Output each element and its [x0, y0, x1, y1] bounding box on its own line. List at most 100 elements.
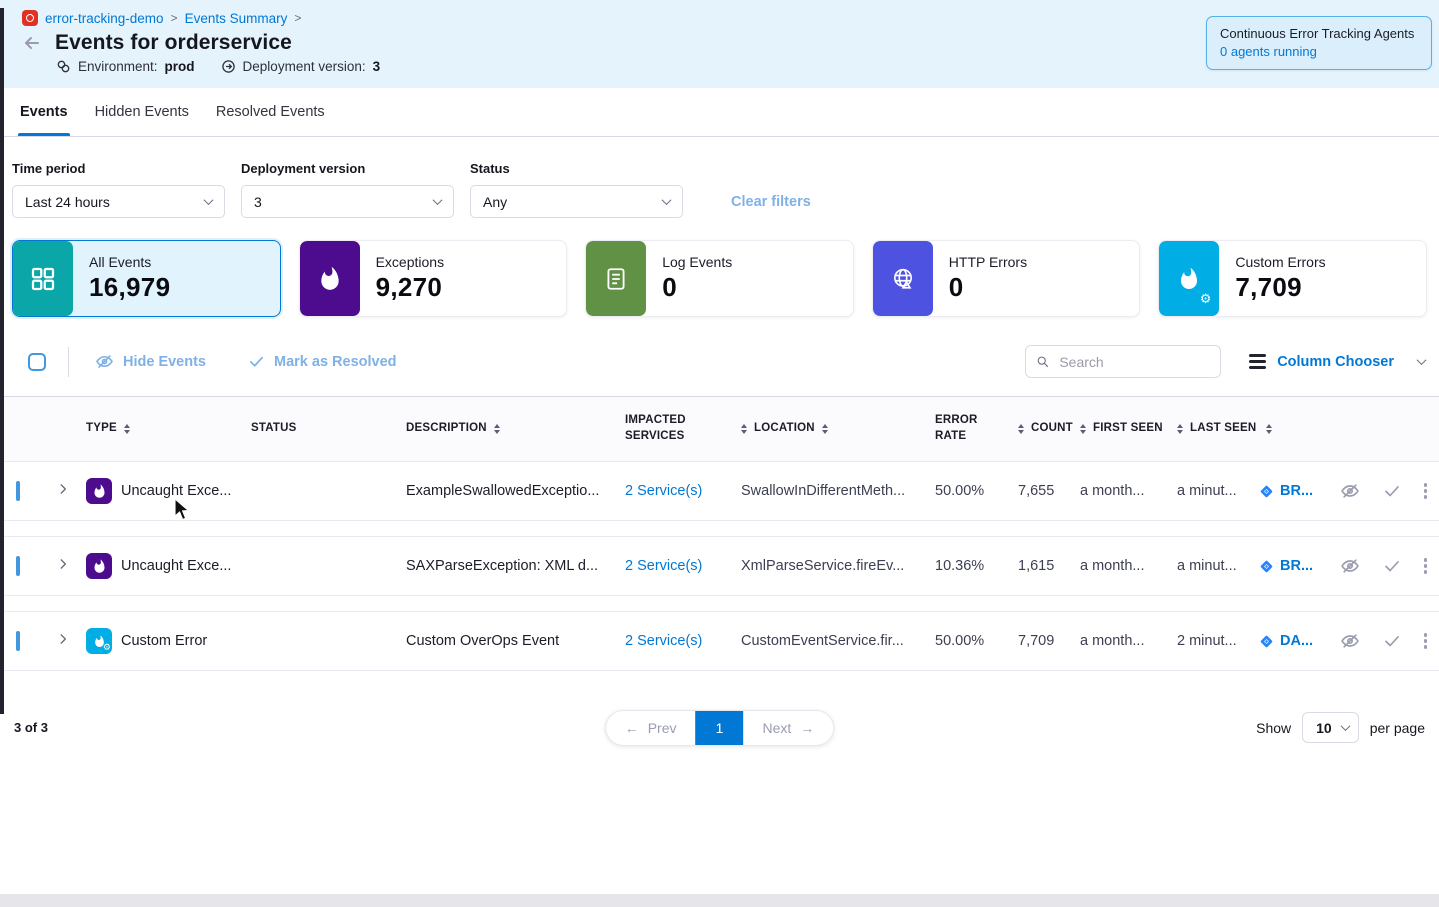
expand-chevron-icon[interactable] [56, 482, 70, 496]
column-header-location[interactable]: LOCATION [741, 421, 935, 437]
page-title: Events for orderservice [55, 31, 292, 55]
event-last-seen: 2 minut... [1177, 633, 1259, 649]
impacted-services-link[interactable]: 2 Service(s) [625, 633, 702, 649]
sort-icon[interactable] [741, 424, 747, 435]
back-arrow-icon[interactable] [22, 33, 42, 53]
globe-icon [889, 265, 917, 293]
sort-icon[interactable] [124, 424, 130, 435]
event-error-rate: 10.36% [935, 558, 1018, 574]
ticket-link[interactable]: BR... [1259, 558, 1330, 574]
table-row[interactable]: Uncaught Exce... SAXParseException: XML … [0, 536, 1439, 596]
stat-card-label: HTTP Errors [949, 254, 1027, 270]
row-menu-icon[interactable] [1424, 483, 1427, 498]
status-select[interactable]: Any [470, 185, 683, 218]
stat-card-value: 16,979 [89, 272, 170, 303]
stat-card-label: Exceptions [376, 254, 444, 270]
resolve-event-icon[interactable] [1383, 632, 1401, 650]
hide-events-label: Hide Events [123, 354, 206, 370]
breadcrumb-section-link[interactable]: Events Summary [185, 11, 288, 26]
stat-card[interactable]: HTTP Errors 0 [872, 240, 1141, 317]
sort-icon[interactable] [822, 424, 828, 435]
event-first-seen: a month... [1080, 633, 1177, 649]
chevron-down-icon [204, 195, 214, 205]
impacted-services-link[interactable]: 2 Service(s) [625, 483, 702, 499]
search-input[interactable] [1057, 353, 1210, 371]
column-header-count[interactable]: COUNT [1018, 421, 1080, 437]
hide-event-icon[interactable] [1340, 556, 1360, 576]
column-chooser-label: Column Chooser [1277, 354, 1394, 370]
time-period-select[interactable]: Last 24 hours [12, 185, 225, 218]
ticket-label: DA... [1280, 633, 1313, 649]
status-filter-value: Any [483, 194, 507, 210]
hide-events-button[interactable]: Hide Events [95, 352, 206, 371]
sort-icon[interactable] [1080, 424, 1086, 435]
column-header-first-seen[interactable]: FIRST SEEN [1080, 421, 1177, 437]
resolve-event-icon[interactable] [1383, 557, 1401, 575]
table-row[interactable]: Uncaught Exce... ExampleSwallowedExcepti… [0, 461, 1439, 521]
sort-icon[interactable] [1018, 424, 1024, 435]
tab[interactable]: Hidden Events [93, 88, 191, 136]
eye-off-icon [95, 352, 114, 371]
filters-bar: Time period Last 24 hours Deployment ver… [0, 137, 1439, 226]
expand-chevron-icon[interactable] [56, 557, 70, 571]
ticket-label: BR... [1280, 558, 1313, 574]
stat-card[interactable]: All Events 16,979 [12, 240, 281, 317]
breadcrumb-separator: > [171, 11, 178, 25]
row-menu-icon[interactable] [1424, 558, 1427, 573]
stat-card[interactable]: ⚙ Custom Errors 7,709 [1158, 240, 1427, 317]
ticket-link[interactable]: BR... [1259, 483, 1330, 499]
sort-icon[interactable] [494, 424, 500, 435]
stat-card[interactable]: Log Events 0 [585, 240, 854, 317]
expand-chevron-icon[interactable] [56, 632, 70, 646]
gear-icon: ⚙ [103, 644, 111, 653]
column-header-description[interactable]: DESCRIPTION [406, 421, 625, 437]
tab-label: Hidden Events [95, 104, 189, 120]
stat-card-value: 7,709 [1235, 272, 1325, 303]
resolve-event-icon[interactable] [1383, 482, 1401, 500]
prev-page-button[interactable]: ← Prev [606, 711, 696, 745]
clear-filters-link[interactable]: Clear filters [731, 194, 811, 210]
collapsed-nav-edge [0, 8, 4, 714]
hide-event-icon[interactable] [1340, 631, 1360, 651]
sort-icon[interactable] [1177, 424, 1183, 435]
flame-icon [317, 266, 343, 292]
stat-card[interactable]: Exceptions 9,270 [299, 240, 568, 317]
row-checkbox[interactable] [16, 631, 20, 651]
column-header-error-rate: ERROR RATE [935, 413, 1018, 444]
column-chooser-button[interactable]: Column Chooser [1249, 354, 1425, 370]
page-size-select[interactable]: 10 [1302, 712, 1359, 743]
log-document-icon [603, 266, 629, 292]
hide-event-icon[interactable] [1340, 481, 1360, 501]
tab[interactable]: Events [18, 88, 70, 136]
column-header-type[interactable]: TYPE [86, 421, 251, 437]
mark-resolved-button[interactable]: Mark as Resolved [248, 353, 397, 370]
stat-card-value: 0 [662, 272, 732, 303]
deployment-version-value: 3 [373, 59, 381, 74]
next-page-button[interactable]: Next → [744, 711, 834, 745]
environment-meta: Environment: prod [56, 59, 195, 74]
breadcrumb-project-link[interactable]: error-tracking-demo [45, 11, 164, 26]
show-label: Show [1256, 720, 1291, 736]
stat-card-value: 9,270 [376, 272, 444, 303]
agents-running-link[interactable]: 0 agents running [1220, 44, 1418, 59]
column-header-last-seen[interactable]: LAST SEEN [1177, 421, 1259, 437]
impacted-services-link[interactable]: 2 Service(s) [625, 558, 702, 574]
event-description: ExampleSwallowedExceptio... [406, 483, 625, 499]
table-row[interactable]: ⚙ Custom Error Custom OverOps Event 2 Se… [0, 611, 1439, 671]
tab[interactable]: Resolved Events [214, 88, 327, 136]
event-type: Custom Error [121, 633, 207, 649]
column-header-status: STATUS [251, 421, 406, 437]
current-page-button[interactable]: 1 [696, 711, 744, 745]
row-menu-icon[interactable] [1424, 633, 1427, 648]
row-checkbox[interactable] [16, 481, 20, 501]
search-icon [1036, 354, 1049, 369]
ticket-link[interactable]: DA... [1259, 633, 1330, 649]
chevron-down-icon [662, 195, 672, 205]
select-all-checkbox[interactable] [28, 353, 46, 371]
event-location: XmlParseService.fireEv... [741, 558, 935, 574]
deployment-version-select[interactable]: 3 [241, 185, 454, 218]
row-checkbox[interactable] [16, 556, 20, 576]
event-error-rate: 50.00% [935, 483, 1018, 499]
sort-icon[interactable] [1266, 424, 1272, 435]
tab-bar: Events Hidden Events Resolved Events [0, 88, 1439, 137]
